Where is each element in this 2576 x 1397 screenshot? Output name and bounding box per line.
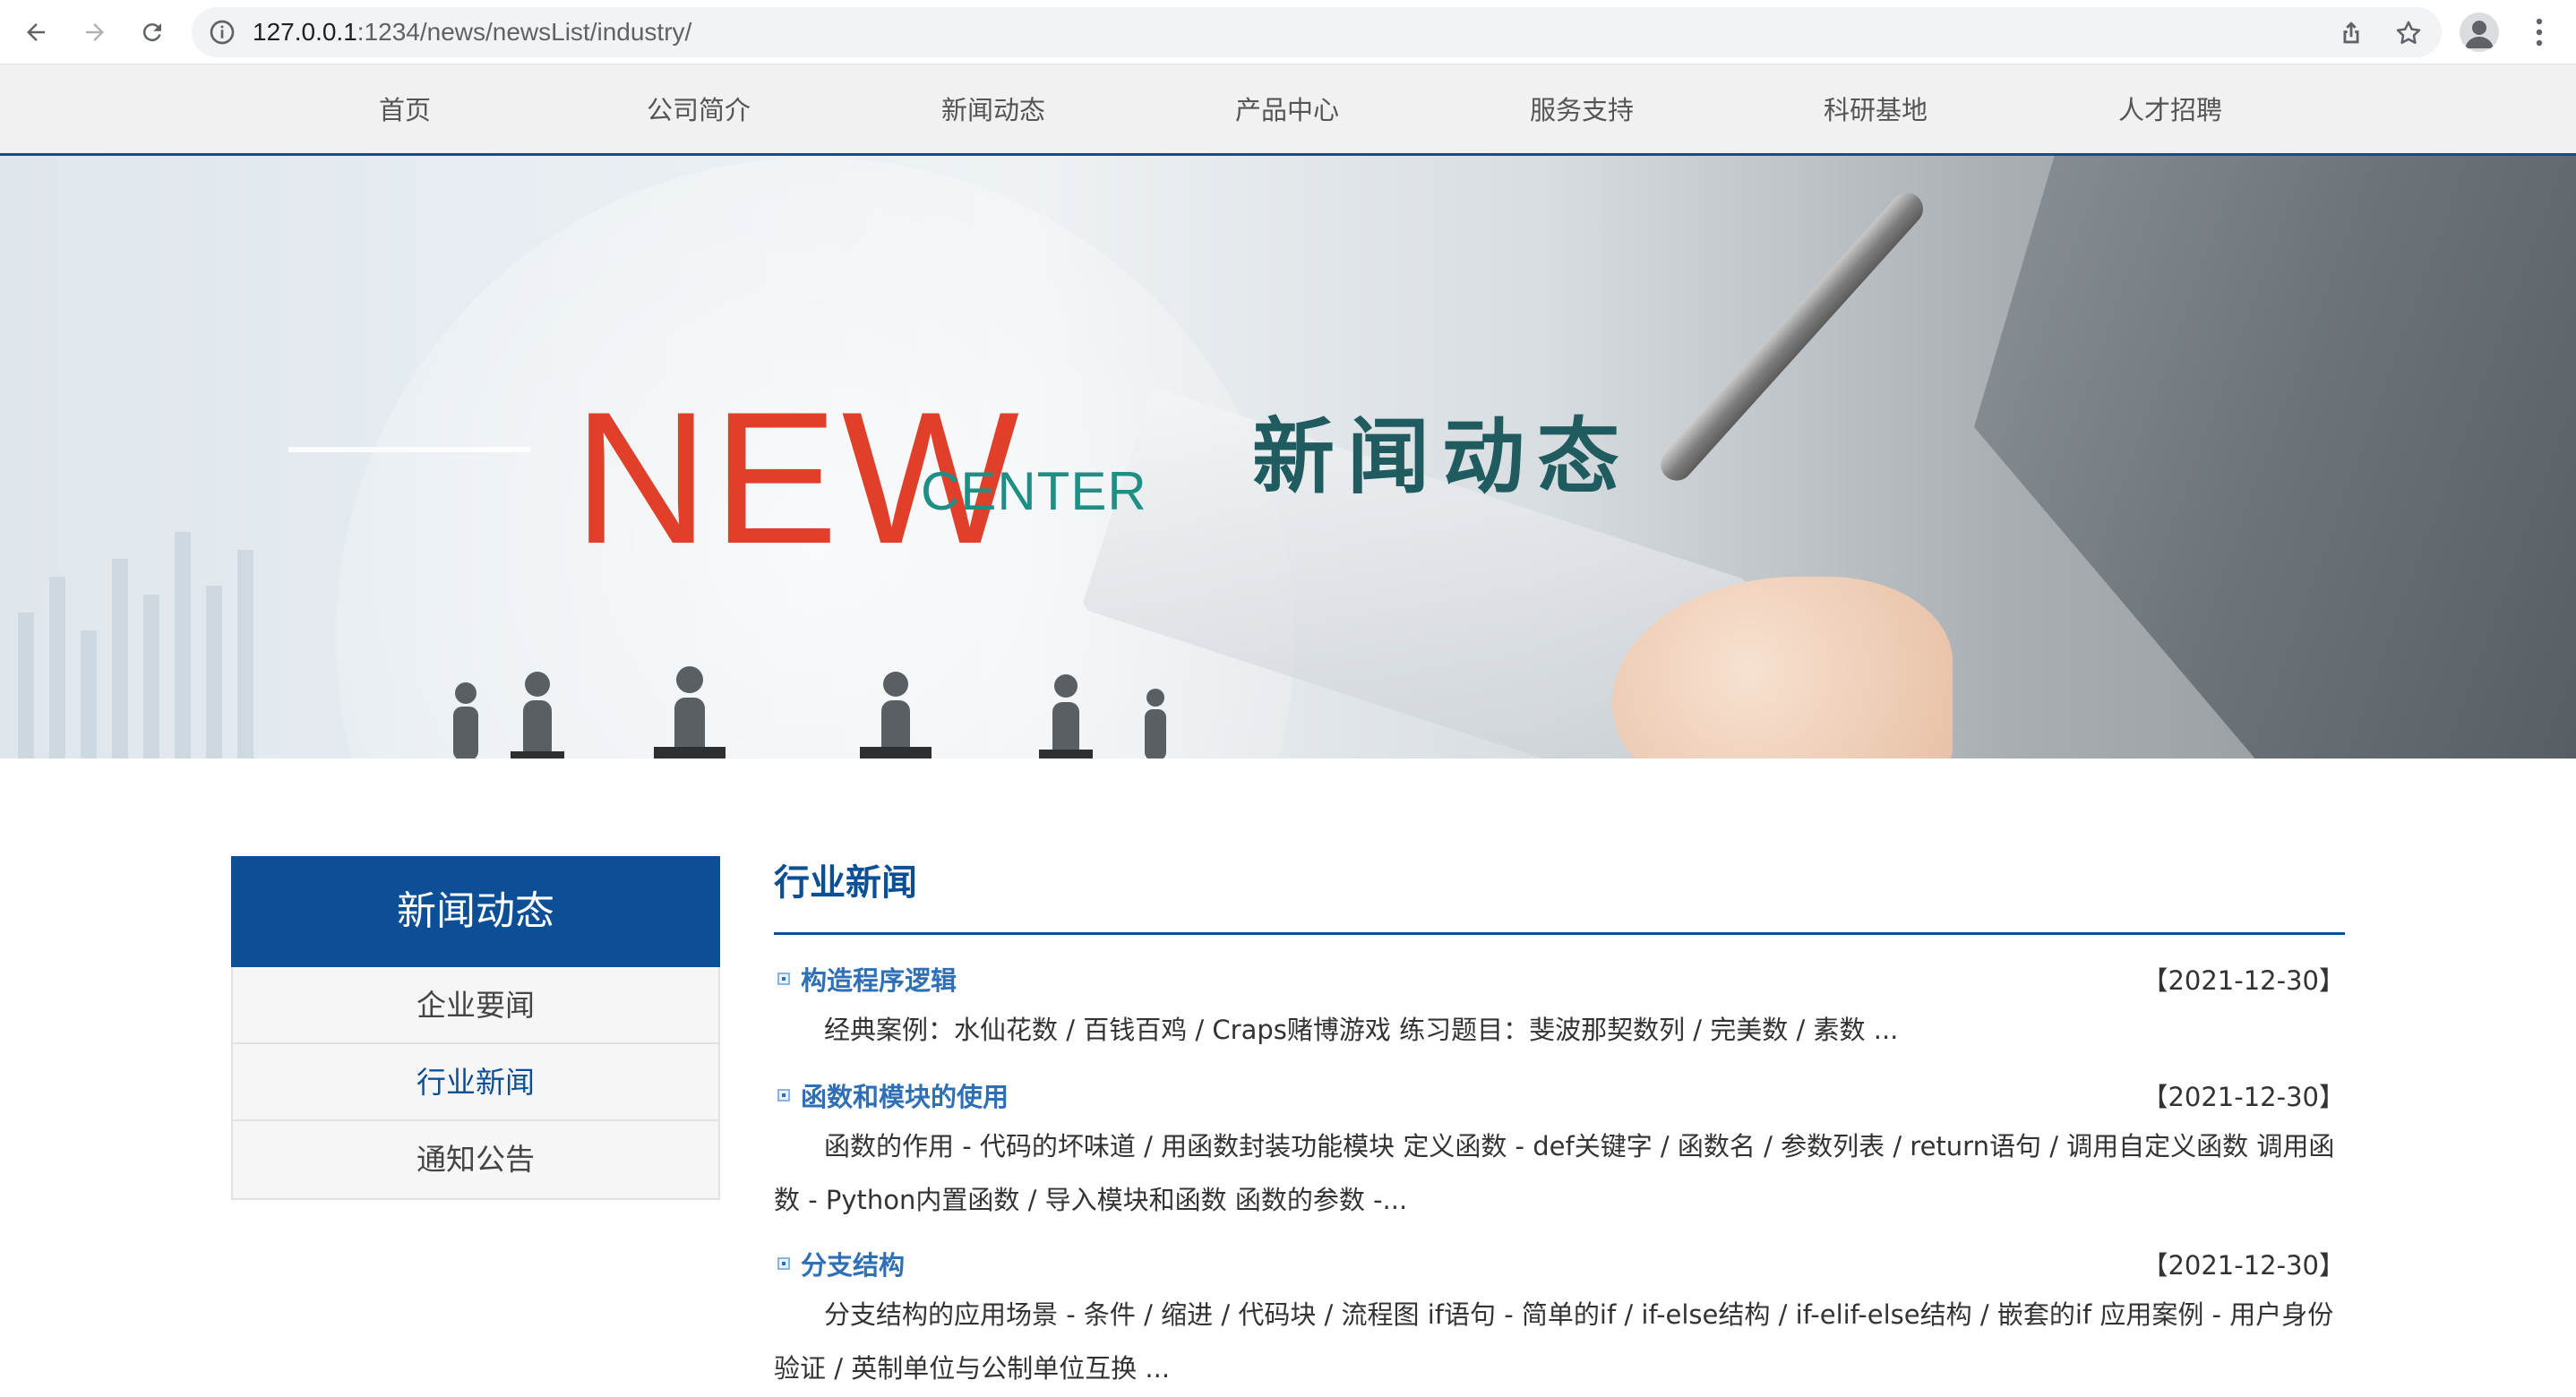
url-text[interactable]: 127.0.0.1:1234/news/newsList/industry/: [253, 7, 691, 57]
site-nav: 首页 公司简介 新闻动态 产品中心 服务支持 科研基地 人才招聘: [0, 64, 2576, 156]
sidebar-item-industry-news[interactable]: 行业新闻: [233, 1044, 718, 1121]
nav-item-service[interactable]: 服务支持: [1530, 64, 1634, 156]
nav-item-news[interactable]: 新闻动态: [941, 64, 1045, 156]
nav-item-about[interactable]: 公司简介: [647, 64, 751, 156]
news-list-section: 行业新闻 构造程序逻辑 【2021-12-30】 经典案例：水仙花数 / 百钱百…: [774, 856, 2345, 1395]
sidebar-item-company-news[interactable]: 企业要闻: [233, 967, 718, 1044]
menu-kebab-icon[interactable]: [2524, 14, 2555, 50]
section-heading: 行业新闻: [774, 856, 2345, 935]
news-item: 分支结构 【2021-12-30】 分支结构的应用场景 - 条件 / 缩进 / …: [774, 1243, 2345, 1395]
url-path: :1234/news/newsList/industry/: [356, 18, 692, 46]
url-host: 127.0.0.1: [253, 18, 357, 46]
site-info-icon[interactable]: [208, 18, 236, 47]
news-date: 【2021-12-30】: [2142, 965, 2345, 996]
news-date: 【2021-12-30】: [2142, 1082, 2345, 1112]
news-item: 函数和模块的使用 【2021-12-30】 函数的作用 - 代码的坏味道 / 用…: [774, 1075, 2345, 1227]
news-item: 构造程序逻辑 【2021-12-30】 经典案例：水仙花数 / 百钱百鸡 / C…: [774, 958, 2345, 1057]
sidebar-heading: 新闻动态: [231, 856, 720, 967]
nav-item-home[interactable]: 首页: [379, 64, 431, 156]
news-title-link[interactable]: 构造程序逻辑: [801, 958, 957, 1003]
nav-item-products[interactable]: 产品中心: [1235, 64, 1339, 156]
address-bar[interactable]: 127.0.0.1:1234/news/newsList/industry/: [192, 7, 2442, 57]
bullet-icon: [777, 973, 790, 985]
share-icon[interactable]: [2336, 18, 2366, 48]
browser-toolbar: 127.0.0.1:1234/news/newsList/industry/: [0, 0, 2576, 64]
pen-graphic: [1653, 185, 1930, 488]
banner-title: 新闻动态: [1252, 409, 1633, 505]
news-summary: 函数的作用 - 代码的坏味道 / 用函数封装功能模块 定义函数 - def关键字…: [774, 1131, 2335, 1215]
sidebar: 新闻动态 企业要闻 行业新闻 通知公告: [231, 856, 720, 1200]
bookmark-star-icon[interactable]: [2393, 18, 2424, 48]
news-summary: 经典案例：水仙花数 / 百钱百鸡 / Craps赌博游戏 练习题目：斐波那契数列…: [824, 1015, 1899, 1045]
meeting-figures-graphic: [453, 666, 1166, 758]
back-icon[interactable]: [16, 13, 56, 52]
news-banner: NEW CENTER 新闻动态: [0, 156, 2576, 758]
banner-logo-center: CENTER: [921, 461, 1147, 521]
news-date: 【2021-12-30】: [2142, 1250, 2345, 1281]
news-title-link[interactable]: 分支结构: [801, 1243, 905, 1288]
reload-icon[interactable]: [133, 13, 172, 52]
decorative-line: [288, 447, 530, 452]
forward-icon[interactable]: [75, 13, 115, 52]
bullet-icon: [777, 1089, 790, 1101]
nav-item-careers[interactable]: 人才招聘: [2118, 64, 2222, 156]
nav-item-research[interactable]: 科研基地: [1824, 64, 1928, 156]
sidebar-list: 企业要闻 行业新闻 通知公告: [231, 967, 720, 1200]
bullet-icon: [777, 1257, 790, 1270]
profile-avatar-icon[interactable]: [2460, 13, 2499, 52]
news-summary: 分支结构的应用场景 - 条件 / 缩进 / 代码块 / 流程图 if语句 - 简…: [774, 1299, 2334, 1384]
sidebar-item-notices[interactable]: 通知公告: [233, 1121, 718, 1198]
news-title-link[interactable]: 函数和模块的使用: [801, 1075, 1009, 1119]
